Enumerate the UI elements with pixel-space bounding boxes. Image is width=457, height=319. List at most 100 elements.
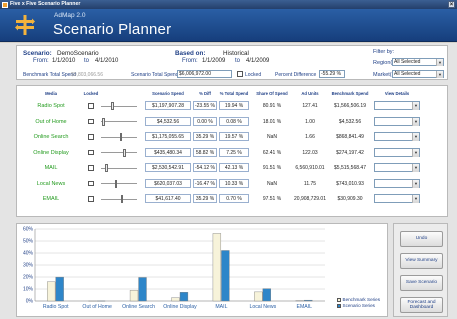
row-locked-checkbox[interactable] [88,196,94,202]
pct-diff-input[interactable]: -23.55 % [193,101,217,110]
actions-panel: Undo View Summary Save Scenario Forecast… [393,223,448,317]
pct-total-input[interactable]: 19.94 % [219,101,249,110]
view-details-select[interactable]: ▼ [374,178,420,188]
legend-swatch-benchmark [337,297,341,302]
view-details-select[interactable]: ▼ [374,163,420,172]
scenario-bar [55,276,64,302]
media-name: Radio Spot [37,103,65,109]
pct-diff-input[interactable]: -16.47 % [193,178,217,188]
based-to-date: 4/1/2009 [246,58,270,64]
row-locked-checkbox[interactable] [88,165,94,171]
spend-slider-thumb[interactable] [105,164,108,172]
scenario-spend-input[interactable]: $41,617.40 [145,194,191,203]
spend-slider-track[interactable] [101,105,137,107]
forecast-dashboard-button[interactable]: Forecast and Dashboard [400,297,443,313]
table-row: Radio Spot $1,197,907.28 -23.55 % 19.94 % 80… [17,100,447,115]
chevron-down-icon[interactable]: ▼ [412,195,419,203]
spend-slider-thumb[interactable] [123,148,126,157]
scenario-spend-input[interactable]: $1,197,907.28 [145,101,191,110]
market-select-value: All Selected [394,71,421,77]
scenario-total-input[interactable]: $6,006,972.00 [177,70,232,78]
pct-total-input[interactable]: 7.25 % [219,147,249,157]
scenario-from-label: From: [33,58,49,64]
y-tick-label: 20% [23,275,34,281]
save-scenario-button[interactable]: Save Scenario [400,275,443,291]
benchmark-bar [254,291,263,302]
scenario-from-date: 1/1/2010 [52,58,76,64]
view-details-select[interactable]: ▼ [374,116,420,126]
spend-slider-track[interactable] [101,183,137,185]
legend-scenario-label: Scenario Series [342,303,375,308]
media-name: Local News [36,180,66,187]
scenario-name: DemoScenario [57,50,99,57]
chevron-down-icon[interactable]: ▼ [412,148,419,157]
view-details-select[interactable]: ▼ [374,132,420,141]
pct-total-input[interactable]: 42.13 % [219,163,249,172]
scenario-spend-input[interactable]: $2,530,542.91 [145,163,191,172]
chevron-down-icon[interactable]: ▼ [436,71,443,78]
chevron-down-icon[interactable]: ▼ [412,117,419,126]
ad-units: 1.00 [305,118,315,125]
table-row: EMAIL $41,617.40 35.29 % 0.70 % 97.51 % 20,90… [17,193,447,208]
spend-slider-thumb[interactable] [119,133,123,141]
share-of-spend: NaN [266,180,277,187]
undo-button[interactable]: Undo [400,231,443,247]
row-locked-checkbox[interactable] [88,103,94,109]
media-name: Out of Home [35,118,67,125]
spend-slider-thumb[interactable] [114,179,118,188]
benchmark-spend: $5,515,568.47 [334,165,366,171]
view-details-select[interactable]: ▼ [374,101,420,110]
scenario-bar [304,299,313,302]
y-tick-label: 50% [23,239,34,245]
spend-slider-track[interactable] [101,152,137,154]
chevron-down-icon[interactable]: ▼ [412,133,419,141]
view-summary-button[interactable]: View Summary [400,253,443,269]
table-row: MAIL $2,530,542.91 -54.12 % 42.13 % 91.51 % 6… [17,162,447,177]
row-locked-checkbox[interactable] [88,134,94,140]
spend-slider-thumb[interactable] [102,117,105,126]
row-locked-checkbox[interactable] [88,149,94,155]
pct-diff-input[interactable]: 35.29 % [193,132,217,141]
region-select[interactable]: All Selected ▼ [392,58,444,66]
benchmark-bar [47,281,56,302]
pct-total-input[interactable]: 10.33 % [219,178,249,188]
table-row: Local News $620,037.03 -16.47 % 10.33 % NaN 1… [17,178,447,193]
admap-logo-icon [15,15,35,35]
close-icon[interactable]: × [448,1,455,8]
pct-diff-input[interactable]: 58.82 % [193,147,217,157]
col-header-ad-units: Ad Units [301,91,319,96]
chevron-down-icon[interactable]: ▼ [412,102,419,110]
chevron-down-icon[interactable]: ▼ [412,179,419,188]
market-select[interactable]: All Selected ▼ [392,70,444,78]
col-header-pct-total: % Total Spend [219,91,249,96]
total-locked-checkbox[interactable] [237,71,243,77]
scenario-spend-input[interactable]: $1,175,055.65 [145,132,191,141]
pct-total-input[interactable]: 19.57 % [219,132,249,141]
view-details-select[interactable]: ▼ [374,147,420,157]
benchmark-total-label: Benchmark Total Spend [23,72,76,78]
row-locked-checkbox[interactable] [88,180,94,186]
scenario-spend-input[interactable]: $435,480.34 [145,147,191,157]
pct-total-input[interactable]: 0.08 % [219,116,249,126]
chevron-down-icon[interactable]: ▼ [412,164,419,172]
spend-slider-thumb[interactable] [120,195,124,203]
view-details-select[interactable]: ▼ [374,194,420,203]
spend-slider-track[interactable] [101,121,137,123]
media-name: EMAIL [42,196,60,202]
spend-slider-track[interactable] [101,198,137,200]
pct-diff-input[interactable]: 0.00 % [193,116,217,126]
percent-difference-label: Percent Difference [275,72,317,78]
scenario-spend-input[interactable]: $4,532.56 [145,116,191,126]
pct-total-input[interactable]: 0.70 % [219,194,249,203]
media-name: MAIL [44,165,58,171]
spend-slider-thumb[interactable] [111,102,114,110]
y-tick-label: 0% [26,299,34,305]
window-titlebar: Five x Five Scenario Planner × [0,0,457,9]
chevron-down-icon[interactable]: ▼ [436,59,443,66]
pct-diff-input[interactable]: -54.12 % [193,163,217,172]
col-header-view-details: View Details [384,91,410,96]
scenario-to-label: to [84,58,90,64]
scenario-spend-input[interactable]: $620,037.03 [145,178,191,188]
pct-diff-input[interactable]: 35.29 % [193,194,217,203]
row-locked-checkbox[interactable] [88,118,94,124]
